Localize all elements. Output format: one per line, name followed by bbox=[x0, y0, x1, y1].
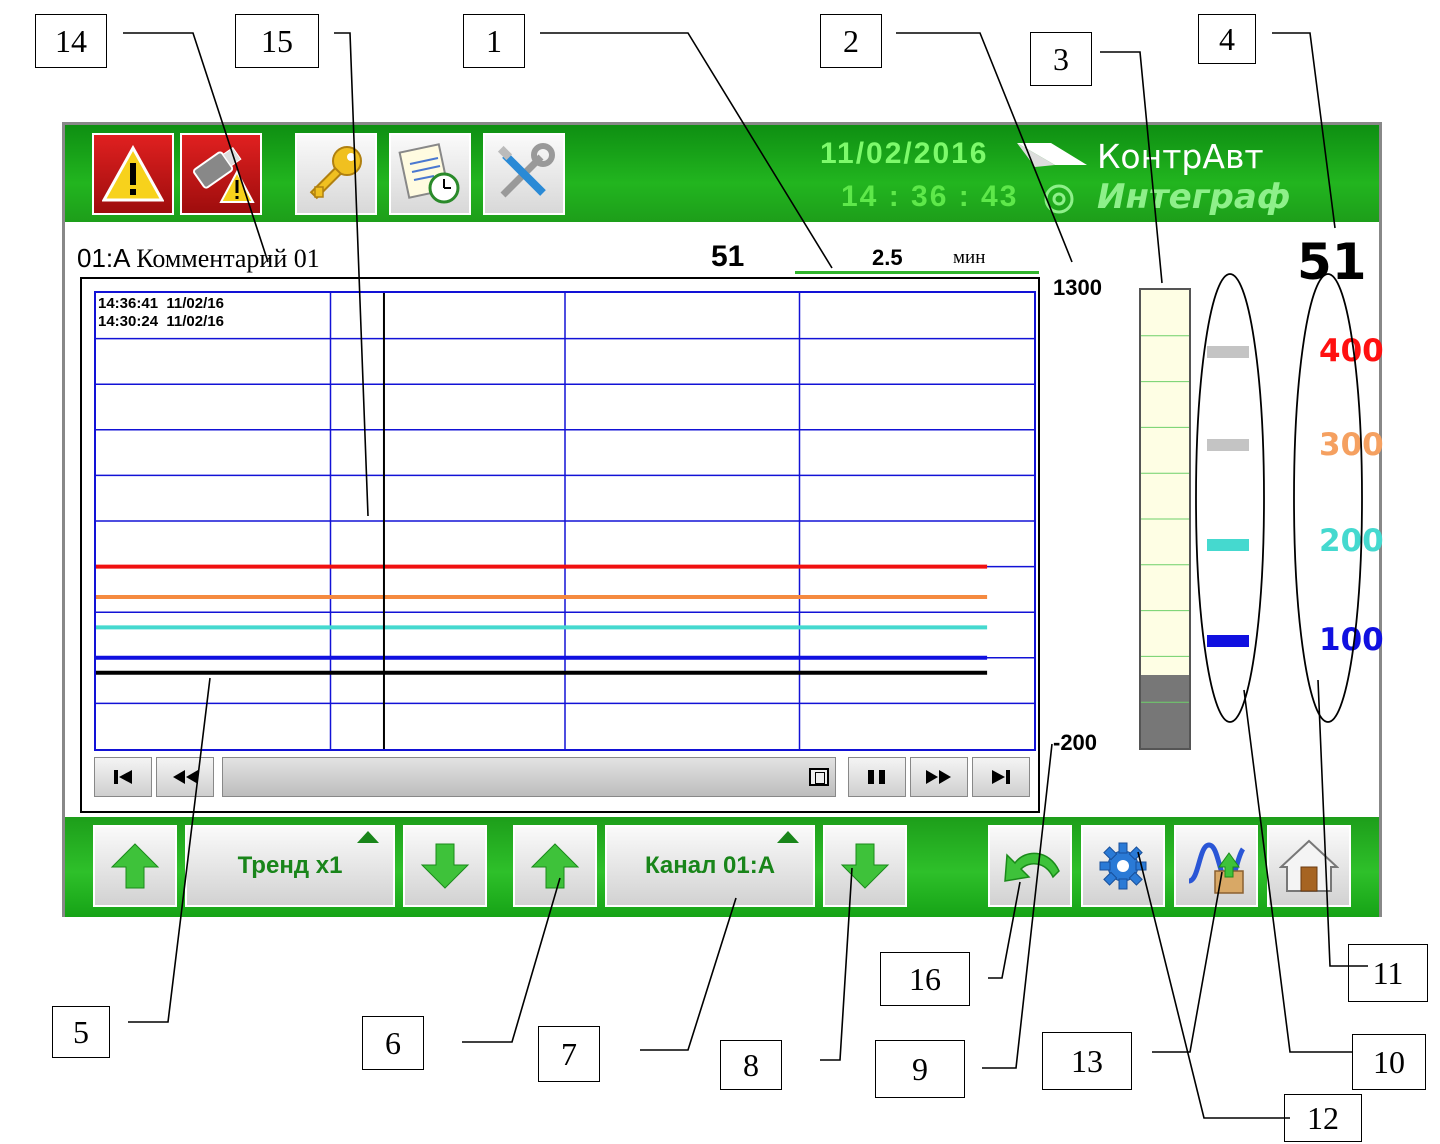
archive-export-icon bbox=[1187, 842, 1246, 894]
channel-comment: Комментарий 01 bbox=[136, 244, 320, 273]
callout-11: 11 bbox=[1348, 944, 1428, 1002]
scrollbar-thumb[interactable] bbox=[809, 768, 829, 786]
dropdown-triangle-icon bbox=[357, 831, 379, 843]
scale-min: -200 bbox=[1053, 730, 1098, 755]
schedule-button[interactable] bbox=[389, 133, 471, 215]
tools-button[interactable] bbox=[483, 133, 565, 215]
bottom-toolbar: Тренд х1 Канал 01:А bbox=[65, 817, 1379, 917]
trend-chart[interactable]: 14:36:41 11/02/16 14:30:24 11/02/16 bbox=[80, 277, 1040, 813]
home-icon bbox=[1279, 839, 1339, 892]
go-start-button[interactable] bbox=[94, 757, 152, 797]
limit-marker-200 bbox=[1207, 539, 1249, 551]
device-screen: 11/02/2016 14 : 36 : 43 КонтрАвт Интегра… bbox=[62, 122, 1384, 917]
archive-export-button[interactable] bbox=[1174, 825, 1258, 907]
home-button[interactable] bbox=[1267, 825, 1351, 907]
limit-value-200: 200 bbox=[1319, 523, 1384, 559]
callout-4: 4 bbox=[1198, 14, 1256, 64]
callout-3: 3 bbox=[1030, 32, 1092, 86]
schedule-icon bbox=[398, 143, 460, 204]
trend-up-button[interactable] bbox=[93, 825, 177, 907]
trend-select-button[interactable]: Тренд х1 bbox=[185, 825, 395, 907]
arrow-down-icon bbox=[420, 843, 470, 889]
brand-logo-icon bbox=[1017, 143, 1087, 167]
usb-alarm-button[interactable] bbox=[180, 133, 262, 215]
rewind-button[interactable] bbox=[156, 757, 214, 797]
arrow-up-icon bbox=[110, 843, 160, 889]
dropdown-triangle-icon bbox=[777, 831, 799, 843]
key-icon bbox=[309, 146, 362, 200]
time-span-unit: мин bbox=[953, 247, 986, 268]
tools-icon bbox=[497, 143, 555, 198]
product-name: Интеграф bbox=[1097, 177, 1291, 217]
callout-1: 1 bbox=[463, 14, 525, 68]
channel-select-label: Канал 01:А bbox=[644, 852, 776, 879]
callout-12: 12 bbox=[1284, 1094, 1362, 1142]
callout-2: 2 bbox=[820, 14, 882, 68]
rewind-icon bbox=[173, 770, 198, 784]
usb-alarm-icon bbox=[193, 146, 255, 203]
trend-grid: 14:36:41 11/02/16 14:30:24 11/02/16 bbox=[94, 291, 1036, 751]
scrollbar-thumb-grip bbox=[815, 772, 825, 784]
arrow-up-icon bbox=[530, 843, 580, 889]
time-display: 14 : 36 : 43 bbox=[841, 180, 1019, 213]
callout-7: 7 bbox=[538, 1026, 600, 1082]
limit-value-400: 400 bbox=[1319, 333, 1384, 369]
gear-icon bbox=[1099, 842, 1147, 890]
limit-marker-100 bbox=[1207, 635, 1249, 647]
channel-select-button[interactable]: Канал 01:А bbox=[605, 825, 815, 907]
cursor-timestamp: 14:36:41 11/02/16 bbox=[98, 295, 224, 312]
time-scrollbar[interactable] bbox=[222, 757, 836, 797]
fast-forward-button[interactable] bbox=[910, 757, 968, 797]
alarm-button[interactable] bbox=[92, 133, 174, 215]
limit-value-300: 300 bbox=[1319, 427, 1384, 463]
pause-icon bbox=[868, 770, 885, 784]
level-bargraph bbox=[1139, 288, 1191, 750]
copyright-icon bbox=[1044, 184, 1074, 214]
trend-select-label: Тренд х1 bbox=[237, 852, 343, 879]
callout-10: 10 bbox=[1352, 1034, 1426, 1090]
back-arrow-icon bbox=[1004, 852, 1060, 882]
scale-max: 1300 bbox=[1053, 275, 1102, 300]
back-button[interactable] bbox=[988, 825, 1072, 907]
date-display: 11/02/2016 bbox=[820, 137, 989, 170]
callout-16: 16 bbox=[880, 952, 970, 1006]
trend-down-button[interactable] bbox=[403, 825, 487, 907]
callout-5: 5 bbox=[52, 1006, 110, 1058]
arrow-down-icon bbox=[840, 843, 890, 889]
channel-down-button[interactable] bbox=[823, 825, 907, 907]
settings-button[interactable] bbox=[1081, 825, 1165, 907]
callout-6: 6 bbox=[362, 1016, 424, 1070]
channel-up-button[interactable] bbox=[513, 825, 597, 907]
fast-forward-icon bbox=[926, 770, 951, 784]
callout-15: 15 bbox=[235, 14, 319, 68]
callout-13: 13 bbox=[1042, 1032, 1132, 1090]
channel-title: 01:A Комментарий 01 bbox=[77, 243, 320, 274]
top-toolbar: 11/02/2016 14 : 36 : 43 КонтрАвт Интегра… bbox=[65, 125, 1379, 222]
current-value-big: 51 bbox=[1297, 233, 1367, 291]
key-button[interactable] bbox=[295, 133, 377, 215]
pause-button[interactable] bbox=[848, 757, 906, 797]
callout-14: 14 bbox=[35, 14, 107, 68]
alarm-icon bbox=[102, 145, 164, 202]
time-span-value: 2.5 bbox=[872, 245, 903, 270]
callout-8: 8 bbox=[720, 1040, 782, 1090]
brand-name: КонтрАвт bbox=[1097, 137, 1264, 176]
limit-value-100: 100 bbox=[1319, 622, 1384, 658]
callout-9: 9 bbox=[875, 1040, 965, 1098]
current-value-small: 51 bbox=[711, 240, 745, 273]
start-timestamp: 14:30:24 11/02/16 bbox=[98, 313, 224, 330]
channel-code: 01:A bbox=[77, 243, 130, 273]
skip-end-icon bbox=[992, 770, 1010, 784]
time-span-underline bbox=[795, 271, 1039, 274]
limit-marker-300 bbox=[1207, 439, 1249, 451]
skip-start-icon bbox=[114, 770, 132, 784]
limit-marker-400 bbox=[1207, 346, 1249, 358]
go-end-button[interactable] bbox=[972, 757, 1030, 797]
